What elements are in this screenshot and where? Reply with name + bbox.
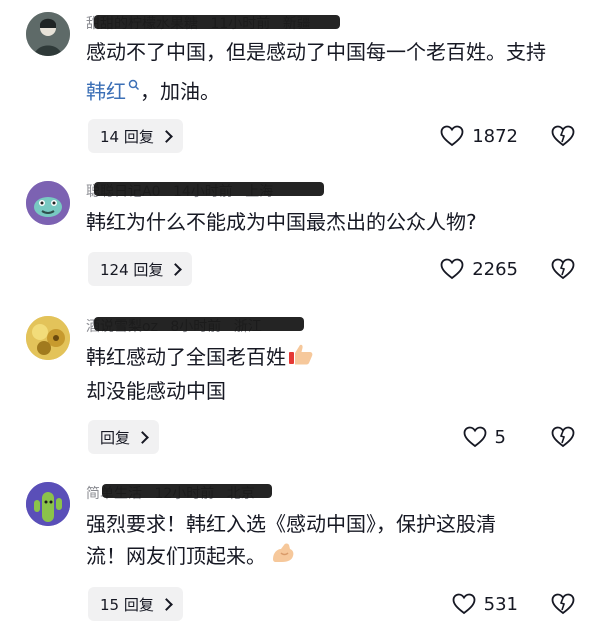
broken-heart-icon <box>551 593 575 615</box>
search-icon[interactable] <box>128 68 140 100</box>
like-count: 531 <box>483 593 518 615</box>
heart-icon <box>440 258 464 280</box>
cartoon-face-icon <box>26 181 70 225</box>
reply-button[interactable]: 124 回复 <box>88 252 193 286</box>
comment-text-line: 韩红感动了全国老百姓 <box>86 345 286 369</box>
chevron-right-icon <box>159 129 173 143</box>
comment-text: 强烈要求！韩红入选《感动中国》，保护这股清 流！网友们顶起来。 <box>86 508 556 574</box>
redaction-bar <box>94 317 304 331</box>
avatar[interactable] <box>26 12 70 56</box>
flexed-arm-icon <box>270 541 296 574</box>
dislike-button[interactable] <box>550 119 576 153</box>
person-photo-icon <box>26 12 70 56</box>
like-button[interactable]: 1872 <box>440 119 518 153</box>
heart-icon <box>452 593 476 615</box>
hashtag-link[interactable]: 韩红 <box>86 80 126 104</box>
chevron-right-icon <box>169 262 183 276</box>
chevron-right-icon <box>159 597 173 611</box>
comment-text: 韩红感动了全国老百姓 却没能感动中国 <box>86 341 556 407</box>
like-button[interactable]: 2265 <box>440 252 518 286</box>
broken-heart-icon <box>551 125 575 147</box>
cactus-character-icon <box>26 482 70 526</box>
dislike-button[interactable] <box>550 252 576 286</box>
comment-text: 感动不了中国，但是感动了中国每一个老百姓。支持韩红 ，加油。 <box>86 36 556 108</box>
comment-text-part: 感动不了中国，但是感动了中国每一个老百姓。支持 <box>86 40 546 64</box>
reply-label: 14 回复 <box>100 127 154 146</box>
like-count: 2265 <box>472 258 518 280</box>
reply-button[interactable]: 回复 <box>88 420 160 454</box>
broken-heart-icon <box>551 426 575 448</box>
broken-heart-icon <box>551 258 575 280</box>
avatar[interactable] <box>26 482 70 526</box>
avatar[interactable] <box>26 181 70 225</box>
dislike-button[interactable] <box>550 587 576 621</box>
reply-label: 15 回复 <box>100 595 154 614</box>
comment-text-line: 流！网友们顶起来。 <box>86 544 266 568</box>
heart-icon <box>463 426 486 448</box>
like-button[interactable]: 531 <box>452 587 518 621</box>
thumbs-up-icon <box>288 342 314 375</box>
heart-icon <box>440 125 464 147</box>
comment-text: 韩红为什么不能成为中国最杰出的公众人物? <box>86 206 556 238</box>
redaction-bar <box>102 484 272 498</box>
reply-label: 124 回复 <box>100 260 164 279</box>
like-count: 1872 <box>472 125 518 147</box>
reply-button[interactable]: 14 回复 <box>88 119 183 153</box>
comment-text-line: 却没能感动中国 <box>86 379 226 403</box>
like-count: 5 <box>494 426 506 448</box>
redaction-bar <box>94 15 340 29</box>
reply-button[interactable]: 15 回复 <box>88 587 183 621</box>
dislike-button[interactable] <box>550 420 576 454</box>
chevron-right-icon <box>136 430 149 444</box>
flower-photo-icon <box>26 316 70 360</box>
reply-label: 回复 <box>100 428 131 447</box>
comment-text-part: ，加油。 <box>140 79 220 104</box>
comment-text-line: 强烈要求！韩红入选《感动中国》，保护这股清 <box>86 512 496 536</box>
comment-text-line: 韩红为什么不能成为中国最杰出的公众人物? <box>86 210 477 234</box>
like-button[interactable]: 5 <box>463 420 506 454</box>
redaction-bar <box>94 182 324 196</box>
avatar[interactable] <box>26 316 70 360</box>
